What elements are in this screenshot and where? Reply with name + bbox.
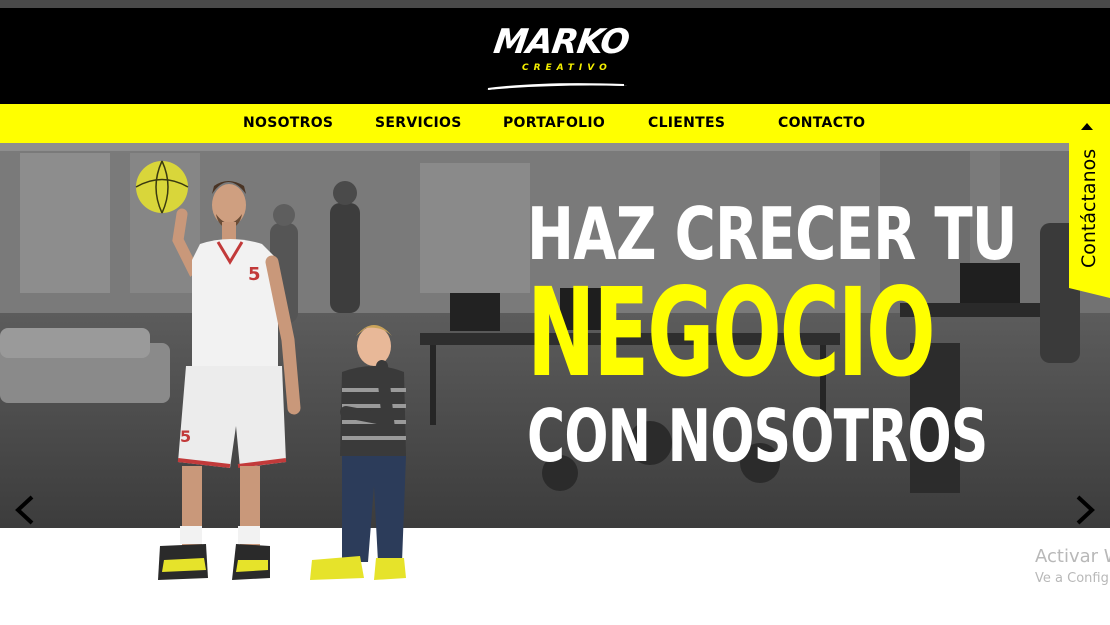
marko-logo[interactable]: MARKO CREATIVO — [484, 22, 632, 94]
nav-item-clientes[interactable]: CLIENTES — [648, 104, 725, 143]
logo-text: MARKO — [491, 22, 632, 62]
windows-activation-watermark: Activar W Ve a Config — [1035, 546, 1110, 588]
svg-text:5: 5 — [180, 427, 191, 446]
watermark-line2: Ve a Config — [1035, 571, 1109, 586]
hero-people-image: 5 5 — [135, 160, 406, 580]
hero-headline-line1: HAZ CRECER TU — [527, 192, 1017, 276]
browser-strip — [0, 0, 1110, 8]
site-header: MARKO CREATIVO — [0, 8, 1110, 104]
hero-headline-line3: CON NOSOTROS — [527, 394, 988, 478]
main-nav: NOSOTROS SERVICIOS PORTAFOLIO CLIENTES C… — [0, 104, 1110, 143]
contact-tab-label[interactable]: Contáctanos — [1072, 108, 1106, 268]
prev-slide-arrow[interactable] — [10, 493, 40, 527]
logo-swoosh-icon — [486, 83, 628, 90]
nav-item-servicios[interactable]: SERVICIOS — [375, 104, 462, 143]
next-slide-arrow[interactable] — [1070, 493, 1100, 527]
nav-item-contacto[interactable]: CONTACTO — [778, 104, 865, 143]
nav-item-nosotros[interactable]: NOSOTROS — [243, 104, 333, 143]
watermark-line1: Activar W — [1035, 546, 1110, 567]
page: MARKO CREATIVO NOSOTROS SERVICIOS PORTAF… — [0, 0, 1110, 625]
hero-headline-line2: NEGOCIO — [527, 262, 936, 404]
nav-item-portafolio[interactable]: PORTAFOLIO — [503, 104, 605, 143]
svg-text:5: 5 — [248, 264, 261, 285]
